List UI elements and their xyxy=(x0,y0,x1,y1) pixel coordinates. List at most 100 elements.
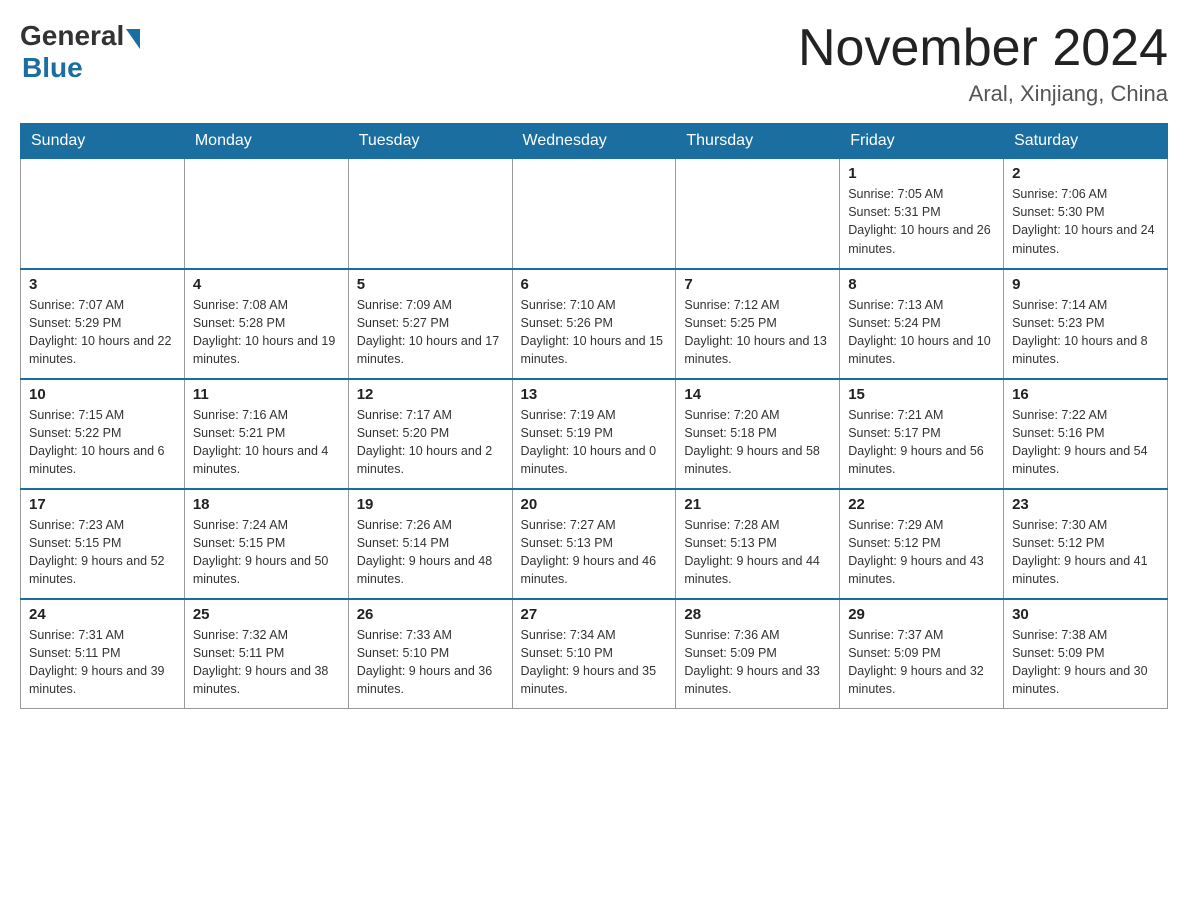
calendar-cell: 14 Sunrise: 7:20 AMSunset: 5:18 PMDayligh… xyxy=(676,379,840,489)
day-info: Sunrise: 7:22 AMSunset: 5:16 PMDaylight:… xyxy=(1012,406,1159,479)
calendar-cell: 27 Sunrise: 7:34 AMSunset: 5:10 PMDayligh… xyxy=(512,599,676,709)
day-number: 28 xyxy=(684,606,831,623)
day-number: 22 xyxy=(848,496,995,513)
day-info: Sunrise: 7:32 AMSunset: 5:11 PMDaylight:… xyxy=(193,626,340,699)
calendar-week-row: 1Sunrise: 7:05 AMSunset: 5:31 PMDaylight… xyxy=(21,159,1168,269)
calendar-cell: 2 Sunrise: 7:06 AMSunset: 5:30 PMDaylight… xyxy=(1004,159,1168,269)
day-number: 14 xyxy=(684,386,831,403)
calendar-header-tuesday: Tuesday xyxy=(348,124,512,159)
day-info: Sunrise: 7:27 AMSunset: 5:13 PMDaylight:… xyxy=(521,516,668,589)
day-info: Sunrise: 7:15 AMSunset: 5:22 PMDaylight:… xyxy=(29,406,176,479)
calendar-cell: 5 Sunrise: 7:09 AMSunset: 5:27 PMDaylight… xyxy=(348,269,512,379)
calendar-cell: 11 Sunrise: 7:16 AMSunset: 5:21 PMDayligh… xyxy=(184,379,348,489)
day-info: Sunrise: 7:06 AMSunset: 5:30 PMDaylight:… xyxy=(1012,185,1159,258)
day-number: 9 xyxy=(1012,276,1159,293)
calendar-cell: 10Sunrise: 7:15 AMSunset: 5:22 PMDayligh… xyxy=(21,379,185,489)
day-number: 7 xyxy=(684,276,831,293)
calendar-cell: 18 Sunrise: 7:24 AMSunset: 5:15 PMDayligh… xyxy=(184,489,348,599)
title-area: November 2024 Aral, Xinjiang, China xyxy=(798,20,1168,107)
calendar-week-row: 10Sunrise: 7:15 AMSunset: 5:22 PMDayligh… xyxy=(21,379,1168,489)
day-number: 27 xyxy=(521,606,668,623)
day-number: 29 xyxy=(848,606,995,623)
day-info: Sunrise: 7:09 AMSunset: 5:27 PMDaylight:… xyxy=(357,296,504,369)
day-info: Sunrise: 7:24 AMSunset: 5:15 PMDaylight:… xyxy=(193,516,340,589)
calendar-cell: 24 Sunrise: 7:31 AMSunset: 5:11 PMDayligh… xyxy=(21,599,185,709)
day-info: Sunrise: 7:28 AMSunset: 5:13 PMDaylight:… xyxy=(684,516,831,589)
day-number: 20 xyxy=(521,496,668,513)
day-info: Sunrise: 7:13 AMSunset: 5:24 PMDaylight:… xyxy=(848,296,995,369)
day-info: Sunrise: 7:30 AMSunset: 5:12 PMDaylight:… xyxy=(1012,516,1159,589)
calendar-cell: 23 Sunrise: 7:30 AMSunset: 5:12 PMDayligh… xyxy=(1004,489,1168,599)
day-info: Sunrise: 7:08 AMSunset: 5:28 PMDaylight:… xyxy=(193,296,340,369)
calendar-header-thursday: Thursday xyxy=(676,124,840,159)
calendar-header-monday: Monday xyxy=(184,124,348,159)
calendar-cell: 6 Sunrise: 7:10 AMSunset: 5:26 PMDaylight… xyxy=(512,269,676,379)
day-info: Sunrise: 7:31 AMSunset: 5:11 PMDaylight:… xyxy=(29,626,176,699)
calendar-cell: 16Sunrise: 7:22 AMSunset: 5:16 PMDayligh… xyxy=(1004,379,1168,489)
calendar-header-saturday: Saturday xyxy=(1004,124,1168,159)
day-info: Sunrise: 7:12 AMSunset: 5:25 PMDaylight:… xyxy=(684,296,831,369)
calendar-cell: 20 Sunrise: 7:27 AMSunset: 5:13 PMDayligh… xyxy=(512,489,676,599)
day-number: 6 xyxy=(521,276,668,293)
day-number: 23 xyxy=(1012,496,1159,513)
day-info: Sunrise: 7:14 AMSunset: 5:23 PMDaylight:… xyxy=(1012,296,1159,369)
calendar-cell: 3Sunrise: 7:07 AMSunset: 5:29 PMDaylight… xyxy=(21,269,185,379)
day-info: Sunrise: 7:38 AMSunset: 5:09 PMDaylight:… xyxy=(1012,626,1159,699)
day-number: 13 xyxy=(521,386,668,403)
calendar-cell: 28 Sunrise: 7:36 AMSunset: 5:09 PMDayligh… xyxy=(676,599,840,709)
day-number: 4 xyxy=(193,276,340,293)
day-number: 11 xyxy=(193,386,340,403)
calendar-cell xyxy=(184,159,348,269)
calendar-cell xyxy=(512,159,676,269)
calendar-cell: 26Sunrise: 7:33 AMSunset: 5:10 PMDayligh… xyxy=(348,599,512,709)
logo-general-text: General xyxy=(20,20,124,52)
day-number: 24 xyxy=(29,606,176,623)
calendar-cell xyxy=(676,159,840,269)
day-number: 17 xyxy=(29,496,176,513)
day-number: 8 xyxy=(848,276,995,293)
calendar-header-wednesday: Wednesday xyxy=(512,124,676,159)
calendar-week-row: 3Sunrise: 7:07 AMSunset: 5:29 PMDaylight… xyxy=(21,269,1168,379)
day-info: Sunrise: 7:16 AMSunset: 5:21 PMDaylight:… xyxy=(193,406,340,479)
day-number: 21 xyxy=(684,496,831,513)
day-info: Sunrise: 7:05 AMSunset: 5:31 PMDaylight:… xyxy=(848,185,995,258)
calendar-cell: 9 Sunrise: 7:14 AMSunset: 5:23 PMDaylight… xyxy=(1004,269,1168,379)
day-number: 5 xyxy=(357,276,504,293)
day-info: Sunrise: 7:23 AMSunset: 5:15 PMDaylight:… xyxy=(29,516,176,589)
calendar-cell: 29Sunrise: 7:37 AMSunset: 5:09 PMDayligh… xyxy=(840,599,1004,709)
calendar-cell: 12 Sunrise: 7:17 AMSunset: 5:20 PMDayligh… xyxy=(348,379,512,489)
day-info: Sunrise: 7:33 AMSunset: 5:10 PMDaylight:… xyxy=(357,626,504,699)
day-number: 25 xyxy=(193,606,340,623)
calendar-week-row: 17 Sunrise: 7:23 AMSunset: 5:15 PMDayligh… xyxy=(21,489,1168,599)
calendar-cell: 15 Sunrise: 7:21 AMSunset: 5:17 PMDayligh… xyxy=(840,379,1004,489)
calendar-header-sunday: Sunday xyxy=(21,124,185,159)
calendar-cell: 1Sunrise: 7:05 AMSunset: 5:31 PMDaylight… xyxy=(840,159,1004,269)
day-number: 18 xyxy=(193,496,340,513)
calendar-cell: 8 Sunrise: 7:13 AMSunset: 5:24 PMDaylight… xyxy=(840,269,1004,379)
logo: General Blue xyxy=(20,20,140,84)
day-info: Sunrise: 7:21 AMSunset: 5:17 PMDaylight:… xyxy=(848,406,995,479)
calendar-cell: 13Sunrise: 7:19 AMSunset: 5:19 PMDayligh… xyxy=(512,379,676,489)
logo-blue-text: Blue xyxy=(22,52,83,84)
day-info: Sunrise: 7:36 AMSunset: 5:09 PMDaylight:… xyxy=(684,626,831,699)
logo-arrow-icon xyxy=(126,29,140,49)
day-info: Sunrise: 7:10 AMSunset: 5:26 PMDaylight:… xyxy=(521,296,668,369)
calendar-cell: 19Sunrise: 7:26 AMSunset: 5:14 PMDayligh… xyxy=(348,489,512,599)
calendar-cell: 4 Sunrise: 7:08 AMSunset: 5:28 PMDaylight… xyxy=(184,269,348,379)
day-number: 12 xyxy=(357,386,504,403)
calendar-cell xyxy=(348,159,512,269)
calendar-header-row: SundayMondayTuesdayWednesdayThursdayFrid… xyxy=(21,124,1168,159)
calendar-header-friday: Friday xyxy=(840,124,1004,159)
day-info: Sunrise: 7:34 AMSunset: 5:10 PMDaylight:… xyxy=(521,626,668,699)
day-info: Sunrise: 7:07 AMSunset: 5:29 PMDaylight:… xyxy=(29,296,176,369)
day-number: 2 xyxy=(1012,165,1159,182)
location-title: Aral, Xinjiang, China xyxy=(798,81,1168,107)
day-number: 15 xyxy=(848,386,995,403)
calendar-cell: 30Sunrise: 7:38 AMSunset: 5:09 PMDayligh… xyxy=(1004,599,1168,709)
day-info: Sunrise: 7:20 AMSunset: 5:18 PMDaylight:… xyxy=(684,406,831,479)
calendar-cell: 22 Sunrise: 7:29 AMSunset: 5:12 PMDayligh… xyxy=(840,489,1004,599)
day-info: Sunrise: 7:17 AMSunset: 5:20 PMDaylight:… xyxy=(357,406,504,479)
day-info: Sunrise: 7:29 AMSunset: 5:12 PMDaylight:… xyxy=(848,516,995,589)
month-title: November 2024 xyxy=(798,20,1168,77)
calendar-cell: 21 Sunrise: 7:28 AMSunset: 5:13 PMDayligh… xyxy=(676,489,840,599)
